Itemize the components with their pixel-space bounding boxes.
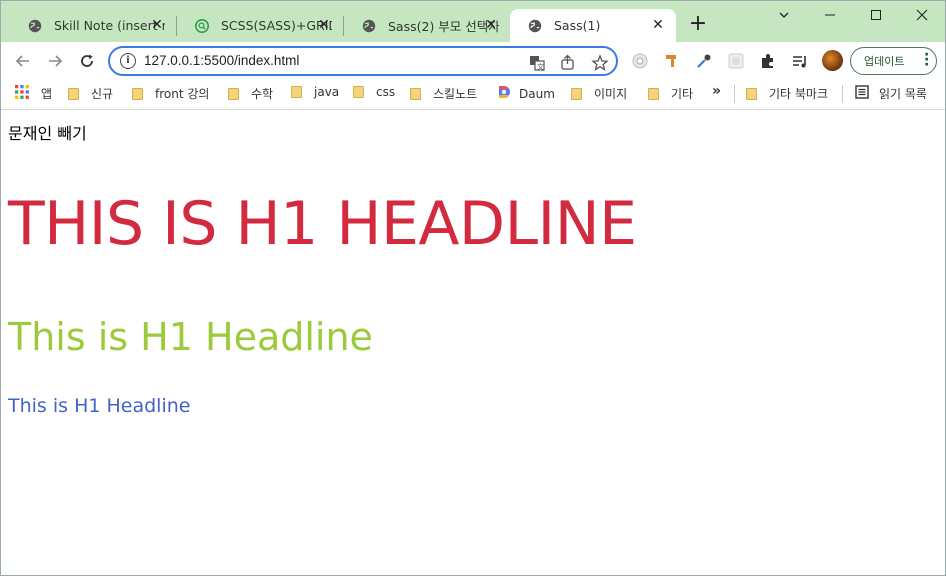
search-icon [195, 18, 209, 33]
back-arrow-icon[interactable] [12, 50, 34, 72]
folder-icon [228, 87, 239, 100]
share-icon[interactable] [559, 54, 577, 72]
folder-icon [571, 87, 582, 100]
bookmark-divider [842, 85, 843, 103]
bookmark-folder[interactable]: java [291, 85, 339, 99]
bookmark-label: 신규 [91, 87, 114, 101]
bookmark-other-folder[interactable]: 기타 북마크 [746, 85, 828, 102]
daum-icon [497, 85, 511, 102]
bookmark-label: java [314, 85, 340, 99]
url-text: 127.0.0.1:5500/index.html [144, 53, 300, 68]
bookmark-label: 기타 [671, 87, 694, 101]
globe-icon [528, 19, 542, 33]
bookmark-folder[interactable]: 이미지 [571, 85, 627, 102]
folder-icon [353, 86, 364, 98]
bookmarks-overflow-button[interactable]: » [712, 83, 721, 99]
bookmark-label: 이미지 [594, 87, 628, 101]
close-icon[interactable]: ✕ [650, 17, 666, 33]
reading-list-button[interactable]: 읽기 목록 [855, 85, 927, 102]
site-info-icon[interactable]: i [120, 53, 136, 69]
globe-icon [362, 19, 376, 33]
page-text: 문재인 빼기 [8, 124, 87, 143]
close-icon[interactable]: ✕ [149, 17, 165, 33]
bookmark-daum[interactable]: Daum [497, 85, 555, 102]
bookmark-label: front 강의 [155, 87, 210, 101]
extension-grid-icon[interactable] [727, 52, 745, 70]
folder-icon [648, 87, 659, 100]
bookmark-apps[interactable]: 앱 [15, 85, 52, 102]
bookmark-label: 읽기 목록 [879, 87, 927, 101]
bookmarks-bar: 앱 신규 front 강의 수학 java css 스킬노트 Daum 이미지 … [0, 78, 946, 110]
more-icon: » [712, 83, 722, 99]
reload-icon[interactable] [76, 50, 98, 72]
close-icon[interactable]: ✕ [483, 17, 499, 33]
bookmark-folder[interactable]: 수학 [228, 85, 273, 102]
folder-icon [291, 86, 302, 98]
bookmark-label: 기타 북마크 [769, 87, 829, 101]
bookmark-folder[interactable]: 기타 [648, 85, 693, 102]
eyedropper-icon[interactable] [695, 52, 713, 70]
bookmark-folder[interactable]: css [353, 85, 395, 99]
tab-strip: Skill Note (insert m ✕ SCSS(SASS)+GRID- … [0, 0, 946, 42]
folder-icon [68, 87, 79, 100]
menu-dots-icon[interactable]: · · · [924, 48, 929, 72]
bookmark-label: Daum [519, 86, 555, 101]
bookmark-folder[interactable]: 스킬노트 [410, 85, 477, 102]
bookmark-folder[interactable]: 신규 [68, 85, 113, 102]
apps-grid-icon [15, 85, 29, 102]
tab-scss-grid[interactable]: SCSS(SASS)+GRID- ✕ [177, 9, 342, 42]
headline-medium: This is H1 Headline [8, 315, 373, 359]
address-bar[interactable]: i 127.0.0.1:5500/index.html 文 [108, 46, 618, 76]
folder-icon [132, 87, 143, 100]
globe-icon [28, 19, 42, 33]
browser-toolbar: i 127.0.0.1:5500/index.html 文 업데이트 · · · [0, 42, 946, 78]
close-icon[interactable]: ✕ [316, 17, 332, 33]
forward-arrow-icon[interactable] [44, 50, 66, 72]
close-window-icon[interactable] [911, 4, 933, 26]
bookmark-label: 스킬노트 [433, 87, 478, 101]
bookmark-label: 수학 [251, 87, 274, 101]
update-label: 업데이트 [864, 55, 905, 68]
headline-large: THIS IS H1 HEADLINE [8, 189, 637, 259]
chevron-down-icon[interactable] [773, 4, 795, 26]
svg-text:文: 文 [537, 62, 544, 71]
bookmark-divider [734, 85, 735, 103]
puzzle-icon[interactable] [759, 52, 777, 70]
media-queue-icon[interactable] [791, 52, 809, 70]
tab-sass-1[interactable]: Sass(1) ✕ [510, 9, 676, 42]
extension-circle-icon[interactable] [631, 52, 649, 70]
minimize-icon[interactable] [819, 4, 841, 26]
folder-icon [410, 87, 421, 100]
folder-icon [746, 87, 757, 100]
bookmark-label: 앱 [41, 87, 53, 101]
reading-list-icon [855, 85, 869, 102]
tab-skill-note[interactable]: Skill Note (insert m ✕ [10, 9, 175, 42]
tab-sass-2[interactable]: Sass(2) 부모 선택자 ✕ [344, 9, 509, 42]
page-viewport: 문재인 빼기 THIS IS H1 HEADLINE This is H1 He… [0, 111, 946, 576]
extension-pin-icon[interactable] [663, 52, 681, 70]
update-button[interactable]: 업데이트 · · · [850, 47, 937, 75]
bookmark-label: css [376, 85, 396, 99]
maximize-icon[interactable] [865, 4, 887, 26]
profile-avatar[interactable] [822, 50, 843, 71]
headline-small: This is H1 Headline [8, 395, 191, 417]
bookmark-folder[interactable]: front 강의 [132, 85, 209, 102]
star-icon[interactable] [591, 54, 609, 72]
new-tab-button[interactable]: + [687, 13, 709, 36]
translate-icon[interactable]: 文 [528, 54, 546, 72]
